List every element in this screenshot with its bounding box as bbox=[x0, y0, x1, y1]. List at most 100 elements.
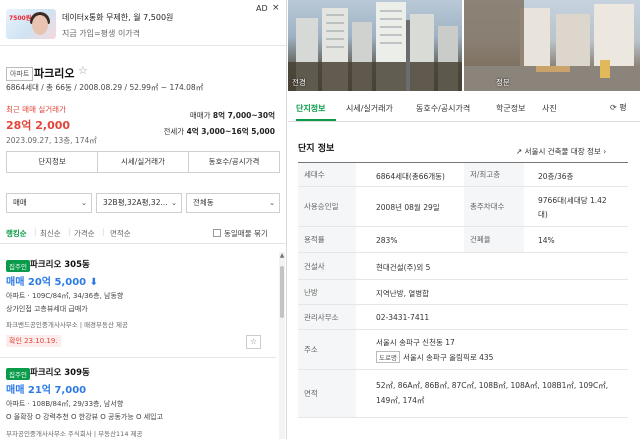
parking-value-cont: 대) bbox=[538, 210, 548, 219]
listing-description: 상가인접 고층뷰세대 급매가 bbox=[6, 305, 88, 313]
sort-separator: | bbox=[102, 228, 105, 236]
sort-area[interactable]: 면적순 bbox=[110, 228, 131, 239]
table-header-cell: 저/최고층 bbox=[464, 163, 524, 186]
detail-panel: 전경 정문 단지정보 시세/실거래가 동호수/공시가격 학군정보 사진 ⟳ 평 … bbox=[288, 0, 640, 439]
active-tab-indicator bbox=[296, 119, 336, 121]
table-row: 세대수 6864세대(총66개동) 저/최고층 20층/36층 bbox=[298, 163, 628, 187]
listing-name[interactable]: 파크리오 309동 bbox=[30, 366, 90, 378]
table-row: 관리사무소 02-3431-7411 bbox=[298, 305, 628, 330]
management-office-value[interactable]: 02-3431-7411 bbox=[376, 313, 429, 322]
photo-strip: 전경 정문 bbox=[288, 0, 640, 91]
tab-school-info[interactable]: 학군정보 bbox=[496, 103, 525, 114]
complex-name: 파크리오 bbox=[34, 67, 75, 80]
tab-unit-price[interactable]: 동호수/공시가격 bbox=[416, 103, 470, 114]
listing-price: 매매 21억 7,000 bbox=[6, 385, 87, 396]
ad-badge: AD bbox=[256, 4, 268, 13]
listing-price: 매매 20억 5,000 ⬇ bbox=[6, 273, 98, 288]
jeonse-price-range: 전세가 4억 3,000~16억 5,000 bbox=[163, 126, 275, 137]
area-select[interactable]: 32B평,32A평,32... ⌄ bbox=[96, 193, 182, 213]
table-row: 용적률 283% 건폐율 14% bbox=[298, 227, 628, 253]
favorite-star-icon[interactable]: ☆ bbox=[78, 64, 88, 77]
sort-price[interactable]: 가격순 bbox=[74, 228, 95, 239]
table-row: 사용승인일 2008년 08월 29일 총주차대수 9766대(세대당 1.42… bbox=[298, 187, 628, 227]
table-header-cell: 주소 bbox=[298, 330, 356, 369]
recent-trade-price: 28억 2,000 bbox=[6, 119, 71, 132]
sort-bar: 랭킹순 | 최신순 | 가격순 | 면적순 동일매물 묶기 bbox=[0, 224, 286, 244]
ad-subtitle: 지금 가입=평생 이가격 bbox=[62, 29, 141, 38]
ad-person-face bbox=[32, 15, 48, 35]
table-header-cell: 난방 bbox=[298, 280, 356, 304]
heating-value: 지역난방, 열병합 bbox=[376, 289, 430, 298]
photo-overview[interactable]: 전경 bbox=[288, 0, 462, 91]
tab-complex-info[interactable]: 단지정보 bbox=[7, 152, 98, 172]
list-item[interactable]: 집주인 파크리오 305동 매매 20억 5,000 ⬇ 아파트 · 109C/… bbox=[0, 252, 276, 356]
listing-price-value: 매매 20억 5,000 bbox=[6, 277, 87, 288]
table-header-cell: 관리사무소 bbox=[298, 305, 356, 329]
table-row: 주소 서울시 송파구 신천동 17 도로명 서울시 송파구 올림픽로 435 bbox=[298, 330, 628, 370]
listing-panel: 7500원 데이터x통화 무제한, 월 7,500원 지금 가입=평생 이가격 … bbox=[0, 0, 287, 439]
ad-thumbnail: 7500원 bbox=[6, 9, 56, 39]
table-header-cell: 용적률 bbox=[298, 227, 356, 252]
sort-latest[interactable]: 최신순 bbox=[40, 228, 61, 239]
apartment-towers-illustration bbox=[288, 2, 462, 91]
jeonse-price-value: 4억 3,000~16억 5,000 bbox=[186, 127, 275, 136]
ad-title[interactable]: 데이터x통화 무제한, 월 7,500원 bbox=[62, 12, 173, 23]
divider bbox=[0, 357, 276, 358]
photo-main-gate[interactable]: 정문 bbox=[464, 0, 640, 91]
list-item[interactable]: 집주인 파크리오 309동 매매 21억 7,000 아파트 · 108B/84… bbox=[0, 360, 276, 439]
area-list-value: 52㎡, 86A㎡, 86B㎡, 87C㎡, 108B㎡, 108A㎡, 108… bbox=[376, 381, 609, 390]
close-icon[interactable]: × bbox=[272, 3, 280, 13]
tab-photos[interactable]: 사진 bbox=[542, 103, 557, 114]
listing-detail: 아파트 · 109C/84㎡, 34/36층, 남동향 bbox=[6, 292, 124, 300]
scroll-up-arrow-icon[interactable]: ▲ bbox=[279, 252, 285, 259]
photo-caption: 전경 bbox=[292, 78, 306, 87]
chevron-down-icon: ⌄ bbox=[81, 199, 87, 207]
floor-area-ratio-value: 283% bbox=[376, 236, 398, 245]
group-duplicates-label: 동일매물 묶기 bbox=[224, 229, 268, 238]
table-header-cell: 총주차대수 bbox=[464, 187, 524, 226]
tab-complex-info[interactable]: 단지정보 bbox=[296, 103, 325, 114]
area-unit-toggle[interactable]: ⟳ 평 bbox=[610, 102, 627, 113]
builder-value: 현대건설(주)외 5 bbox=[376, 263, 431, 272]
table-header-cell: 건설사 bbox=[298, 253, 356, 279]
area-value: 32B평,32A평,32... bbox=[103, 198, 168, 207]
sort-separator: | bbox=[34, 228, 37, 236]
group-duplicates-toggle[interactable]: 동일매물 묶기 bbox=[213, 228, 268, 239]
parking-value: 9766대(세대당 1.42 bbox=[538, 196, 607, 205]
road-address-value: 서울시 송파구 올림픽로 435 bbox=[402, 353, 494, 362]
listing-agency: 부자공인중개사사무소 주식회사 | 부동산114 제공 bbox=[6, 430, 143, 438]
filter-bar: 매매 ⌄ 32B평,32A평,32... ⌄ 전체동 ⌄ bbox=[6, 193, 280, 213]
listing-detail: 아파트 · 108B/84㎡, 29/33층, 남서향 bbox=[6, 400, 124, 408]
trade-type-value: 매매 bbox=[13, 198, 27, 207]
listing-agency: 파크밴드공인중개사사무소 | 매경부동산 제공 bbox=[6, 321, 129, 329]
table-header-cell: 세대수 bbox=[298, 163, 356, 186]
building-select[interactable]: 전체동 ⌄ bbox=[186, 193, 280, 213]
sort-ranking[interactable]: 랭킹순 bbox=[6, 228, 27, 239]
table-header-cell: 사용승인일 bbox=[298, 187, 356, 226]
scrollbar-thumb[interactable] bbox=[280, 266, 284, 318]
ad-banner[interactable]: 7500원 데이터x통화 무제한, 월 7,500원 지금 가입=평생 이가격 … bbox=[0, 0, 286, 46]
complex-meta: 6864세대 / 총 66동 / 2008.08.29 / 52.99㎡ ~ 1… bbox=[6, 83, 204, 92]
approval-date-value: 2008년 08월 29일 bbox=[376, 203, 440, 212]
confirmed-date-badge: 확인 23.10.19. bbox=[6, 335, 61, 347]
sort-separator: | bbox=[68, 228, 71, 236]
chevron-down-icon: ⌄ bbox=[171, 199, 177, 207]
table-row: 난방 지역난방, 열병합 bbox=[298, 280, 628, 305]
ad-thumb-price: 7500원 bbox=[9, 15, 32, 22]
trade-type-select[interactable]: 매매 ⌄ bbox=[6, 193, 92, 213]
listing-name[interactable]: 파크리오 305동 bbox=[30, 258, 90, 270]
owner-tag: 집주인 bbox=[6, 368, 30, 380]
checkbox-icon[interactable] bbox=[213, 229, 221, 237]
price-down-icon: ⬇ bbox=[89, 277, 98, 288]
complex-tabs: 단지정보 시세/실거래가 동호수/공시가격 bbox=[6, 151, 280, 173]
tab-market-price[interactable]: 시세/실거래가 bbox=[346, 103, 393, 114]
table-header-cell: 면적 bbox=[298, 370, 356, 417]
sale-price-label: 매매가 bbox=[189, 111, 211, 120]
building-registry-link[interactable]: ↗ 서울시 건축물 대장 정보 › bbox=[516, 146, 606, 157]
table-row: 건설사 현대건설(주)외 5 bbox=[298, 253, 628, 280]
chevron-down-icon: ⌄ bbox=[269, 199, 275, 207]
tab-market-price[interactable]: 시세/실거래가 bbox=[98, 152, 189, 172]
favorite-star-icon[interactable]: ☆ bbox=[246, 335, 261, 349]
tab-unit-price[interactable]: 동호수/공시가격 bbox=[189, 152, 279, 172]
table-row: 면적 52㎡, 86A㎡, 86B㎡, 87C㎡, 108B㎡, 108A㎡, … bbox=[298, 370, 628, 418]
